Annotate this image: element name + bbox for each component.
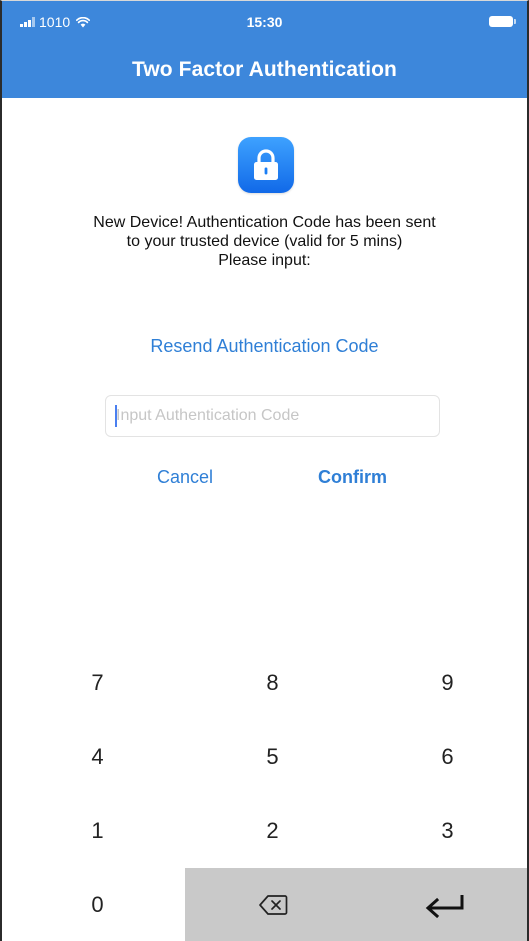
lock-icon <box>238 137 294 193</box>
key-5[interactable]: 5 <box>185 720 360 794</box>
key-2[interactable]: 2 <box>185 794 360 868</box>
resend-code-link[interactable]: Resend Authentication Code <box>2 336 527 357</box>
phone-screen: 1010 15:30 Two Factor Authentication New… <box>0 0 529 941</box>
backspace-icon <box>258 895 287 915</box>
message-line: New Device! Authentication Code has been… <box>93 214 436 231</box>
message-line: Please input: <box>218 252 311 269</box>
page-title: Two Factor Authentication <box>132 58 397 81</box>
delete-key[interactable] <box>185 868 360 941</box>
header-bar: 1010 15:30 Two Factor Authentication <box>2 1 527 98</box>
key-7[interactable]: 7 <box>10 646 185 720</box>
text-caret <box>115 405 117 427</box>
message-line: to your trusted device (valid for 5 mins… <box>126 233 403 250</box>
status-time: 15:30 <box>246 14 283 30</box>
return-icon <box>425 895 463 918</box>
key-6[interactable]: 6 <box>360 720 527 794</box>
key-0[interactable]: 0 <box>10 868 185 941</box>
key-8[interactable]: 8 <box>185 646 360 720</box>
key-1[interactable]: 1 <box>10 794 185 868</box>
cancel-button[interactable]: Cancel <box>157 467 213 488</box>
key-9[interactable]: 9 <box>360 646 527 720</box>
return-key[interactable] <box>360 868 527 941</box>
confirm-button[interactable]: Confirm <box>318 467 387 488</box>
key-3[interactable]: 3 <box>360 794 527 868</box>
battery-icon <box>489 16 516 27</box>
authentication-code-input[interactable] <box>105 395 440 437</box>
status-bar: 1010 15:30 <box>2 1 527 41</box>
instruction-message: New Device! Authentication Code has been… <box>22 213 507 270</box>
key-4[interactable]: 4 <box>10 720 185 794</box>
numeric-keypad: 7 8 9 4 5 6 1 2 3 0 <box>2 646 527 941</box>
